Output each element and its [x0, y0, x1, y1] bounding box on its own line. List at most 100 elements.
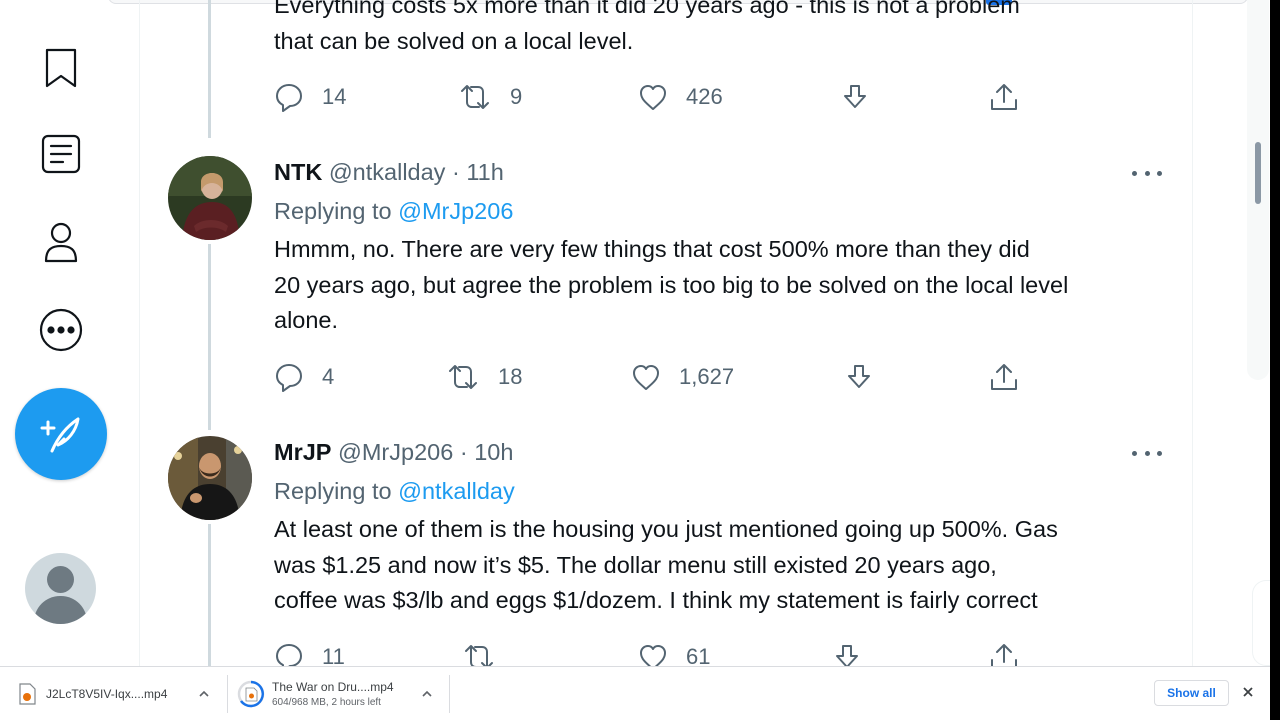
- timestamp[interactable]: 10h: [474, 439, 513, 465]
- tweet-header: MrJP @MrJp206 · 10h: [274, 437, 513, 467]
- download-item-1[interactable]: J2LcT8V5IV-Iqx....mp4: [18, 667, 167, 721]
- thread-line: [208, 524, 211, 666]
- compose-tweet-icon: [40, 417, 80, 453]
- compose-tweet-button[interactable]: [15, 388, 107, 480]
- tweet-text: At least one of them is the housing you …: [274, 512, 1174, 619]
- reply-button[interactable]: 14: [274, 80, 346, 114]
- timestamp[interactable]: 11h: [466, 159, 503, 185]
- download-menu-chevron[interactable]: [420, 687, 434, 701]
- handle[interactable]: @MrJp206: [338, 439, 453, 465]
- tweet-text-line: At least one of them is the housing you …: [274, 516, 1058, 542]
- handle[interactable]: @ntkallday: [329, 159, 446, 185]
- more-dot: [1144, 450, 1150, 456]
- share-button[interactable]: [988, 360, 1020, 394]
- tweet-text: Everything costs 5x more than it did 20 …: [274, 0, 1174, 59]
- chevron-up-icon: [199, 690, 209, 697]
- tweet-actions: 4 18 1,627: [274, 360, 1034, 394]
- avatar[interactable]: [168, 156, 252, 240]
- like-button[interactable]: 426: [638, 80, 723, 114]
- tweet-text-line: Everything costs 5x more than it did 20 …: [274, 0, 1020, 18]
- more-dot: [1144, 170, 1150, 176]
- replying-to: Replying to @MrJp206: [274, 196, 513, 226]
- account-avatar[interactable]: [25, 553, 96, 624]
- download-filename: The War on Dru....mp4: [272, 680, 394, 694]
- tweet-text-line: Hmmm, no. There are very few things that…: [274, 236, 1030, 262]
- more-icon: [39, 308, 83, 352]
- tweet-text-line: coffee was $3/lb and eggs $1/dozem. I th…: [274, 587, 1038, 613]
- nav-more-button[interactable]: [36, 305, 86, 355]
- show-all-downloads-button[interactable]: Show all: [1154, 680, 1229, 706]
- avatar[interactable]: [168, 436, 252, 520]
- download-button[interactable]: [840, 80, 870, 114]
- download-separator: [227, 675, 228, 713]
- video-file-icon: [19, 683, 36, 705]
- mrjp-avatar-photo: [168, 436, 252, 520]
- download-shelf: J2LcT8V5IV-Iqx....mp4 The War on Dru....…: [0, 666, 1270, 720]
- tweet-text-line: alone.: [274, 307, 339, 333]
- avatar-placeholder-head: [47, 566, 74, 593]
- more-dot: [1157, 450, 1162, 456]
- retweet-count: 18: [498, 364, 523, 389]
- share-button[interactable]: [988, 80, 1020, 114]
- heart-icon: [640, 85, 666, 110]
- download-separator: [449, 675, 450, 713]
- left-nav-rail: [0, 0, 140, 666]
- nav-profile-button[interactable]: [36, 217, 86, 267]
- download-progress-icon: [237, 680, 265, 708]
- close-download-shelf-button[interactable]: [1240, 684, 1256, 700]
- more-dot: [1132, 170, 1137, 176]
- dot-separator: ·: [451, 159, 460, 185]
- reply-button[interactable]: 4: [274, 360, 334, 394]
- tweet-text: Hmmm, no. There are very few things that…: [274, 232, 1174, 339]
- download-info: The War on Dru....mp4 604/968 MB, 2 hour…: [272, 680, 394, 708]
- retweet-button[interactable]: 18: [446, 360, 522, 394]
- download-button[interactable]: [844, 360, 874, 394]
- scrollbar-thumb[interactable]: [1255, 142, 1261, 204]
- profile-icon: [44, 222, 78, 263]
- share-icon: [991, 364, 1017, 390]
- avatar-placeholder-body: [34, 596, 87, 624]
- retweet-icon: [461, 85, 489, 109]
- thread-line: [208, 244, 211, 430]
- heart-icon: [633, 365, 659, 390]
- display-name[interactable]: NTK: [274, 159, 322, 185]
- download-progress-text: 604/968 MB, 2 hours left: [272, 697, 381, 708]
- timeline-border-left: [139, 0, 140, 666]
- reply-count: 4: [322, 364, 335, 389]
- reply-count: 14: [322, 84, 347, 109]
- replying-to-mention[interactable]: @MrJp206: [398, 198, 513, 224]
- tweet-text-line: 20 years ago, but agree the problem is t…: [274, 271, 1069, 298]
- download-item-2[interactable]: The War on Dru....mp4 604/968 MB, 2 hour…: [237, 667, 394, 721]
- more-dot: [1132, 450, 1137, 456]
- like-count: 426: [686, 84, 723, 109]
- screen-edge: [1270, 0, 1280, 720]
- more-dot: [1157, 170, 1162, 176]
- bookmark-icon: [45, 48, 77, 88]
- tweet-text-line: that can be solved on a local level.: [274, 27, 634, 54]
- reply-icon: [276, 84, 302, 112]
- thread-line: [208, 0, 211, 138]
- close-icon: [1243, 687, 1253, 697]
- nav-lists-button[interactable]: [36, 129, 86, 179]
- replying-to: Replying to @ntkallday: [274, 476, 515, 506]
- reply-icon: [276, 364, 302, 392]
- replying-to-label: Replying to: [274, 198, 392, 224]
- replying-to-label: Replying to: [274, 478, 392, 504]
- replying-to-mention[interactable]: @ntkallday: [398, 478, 515, 504]
- tweet-header: NTK @ntkallday · 11h: [274, 157, 504, 187]
- retweet-count: 9: [510, 84, 523, 109]
- display-name[interactable]: MrJP: [274, 439, 331, 465]
- retweet-button[interactable]: 9: [458, 80, 522, 114]
- ntk-avatar-photo: [168, 156, 252, 240]
- download-menu-chevron[interactable]: [197, 687, 211, 701]
- share-icon: [991, 84, 1017, 110]
- more-options-button[interactable]: [1132, 168, 1162, 178]
- tweet-actions: 14 9 426: [274, 80, 1034, 114]
- tweet-text-line: was $1.25 and now it’s $5. The dollar me…: [274, 551, 997, 578]
- more-options-button[interactable]: [1132, 448, 1162, 458]
- nav-bookmarks-button[interactable]: [36, 43, 86, 93]
- timeline-scrollbar[interactable]: [1247, 0, 1269, 380]
- timeline-border-right: [1192, 0, 1193, 666]
- chevron-up-icon: [422, 690, 432, 697]
- like-button[interactable]: 1,627: [631, 360, 734, 394]
